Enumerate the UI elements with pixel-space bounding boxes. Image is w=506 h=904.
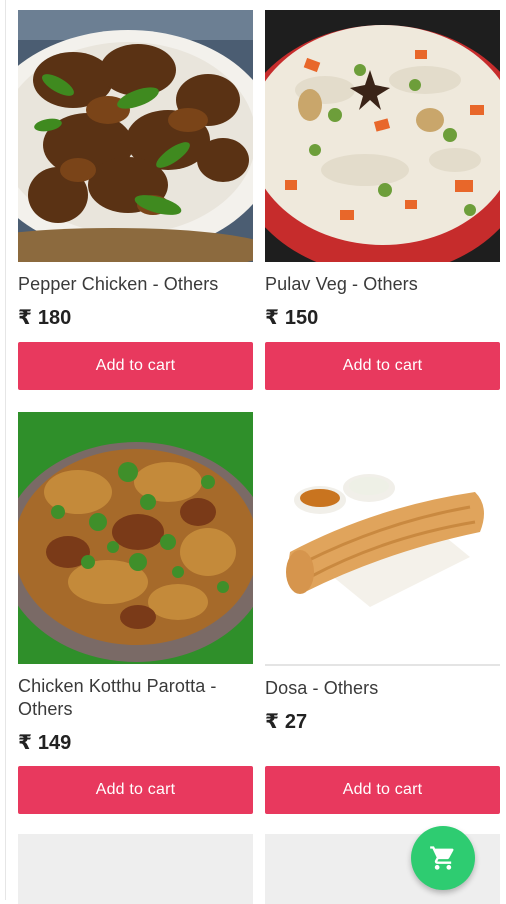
product-card[interactable]: Dosa - Others ₹27 Add to cart [265,412,500,814]
add-to-cart-button[interactable]: Add to cart [265,766,500,814]
add-to-cart-button[interactable]: Add to cart [18,766,253,814]
add-to-cart-button[interactable]: Add to cart [18,342,253,390]
product-card[interactable]: Chicken Kotthu Parotta - Others ₹149 Add… [18,412,253,814]
pulav-veg-image[interactable] [265,10,500,262]
product-price: ₹180 [18,307,72,329]
product-card[interactable]: Pepper Chicken - Others ₹180 Add to cart [18,10,253,390]
dosa-image[interactable] [265,412,500,666]
product-name: Chicken Kotthu Parotta - Others [18,676,217,719]
shopping-cart-icon [430,846,454,870]
product-name: Dosa - Others [265,678,379,698]
product-price: ₹27 [265,711,308,733]
product-card-placeholder [18,834,253,904]
product-price: ₹149 [18,732,72,754]
product-card[interactable]: Pulav Veg - Others ₹150 Add to cart [265,10,500,390]
kotthu-parotta-image[interactable] [18,412,253,664]
product-price: ₹150 [265,307,319,329]
left-divider [5,0,6,900]
pepper-chicken-image[interactable] [18,10,253,262]
add-to-cart-button[interactable]: Add to cart [265,342,500,390]
cart-fab-button[interactable] [411,826,475,890]
product-name: Pepper Chicken - Others [18,274,219,294]
product-name: Pulav Veg - Others [265,274,418,294]
